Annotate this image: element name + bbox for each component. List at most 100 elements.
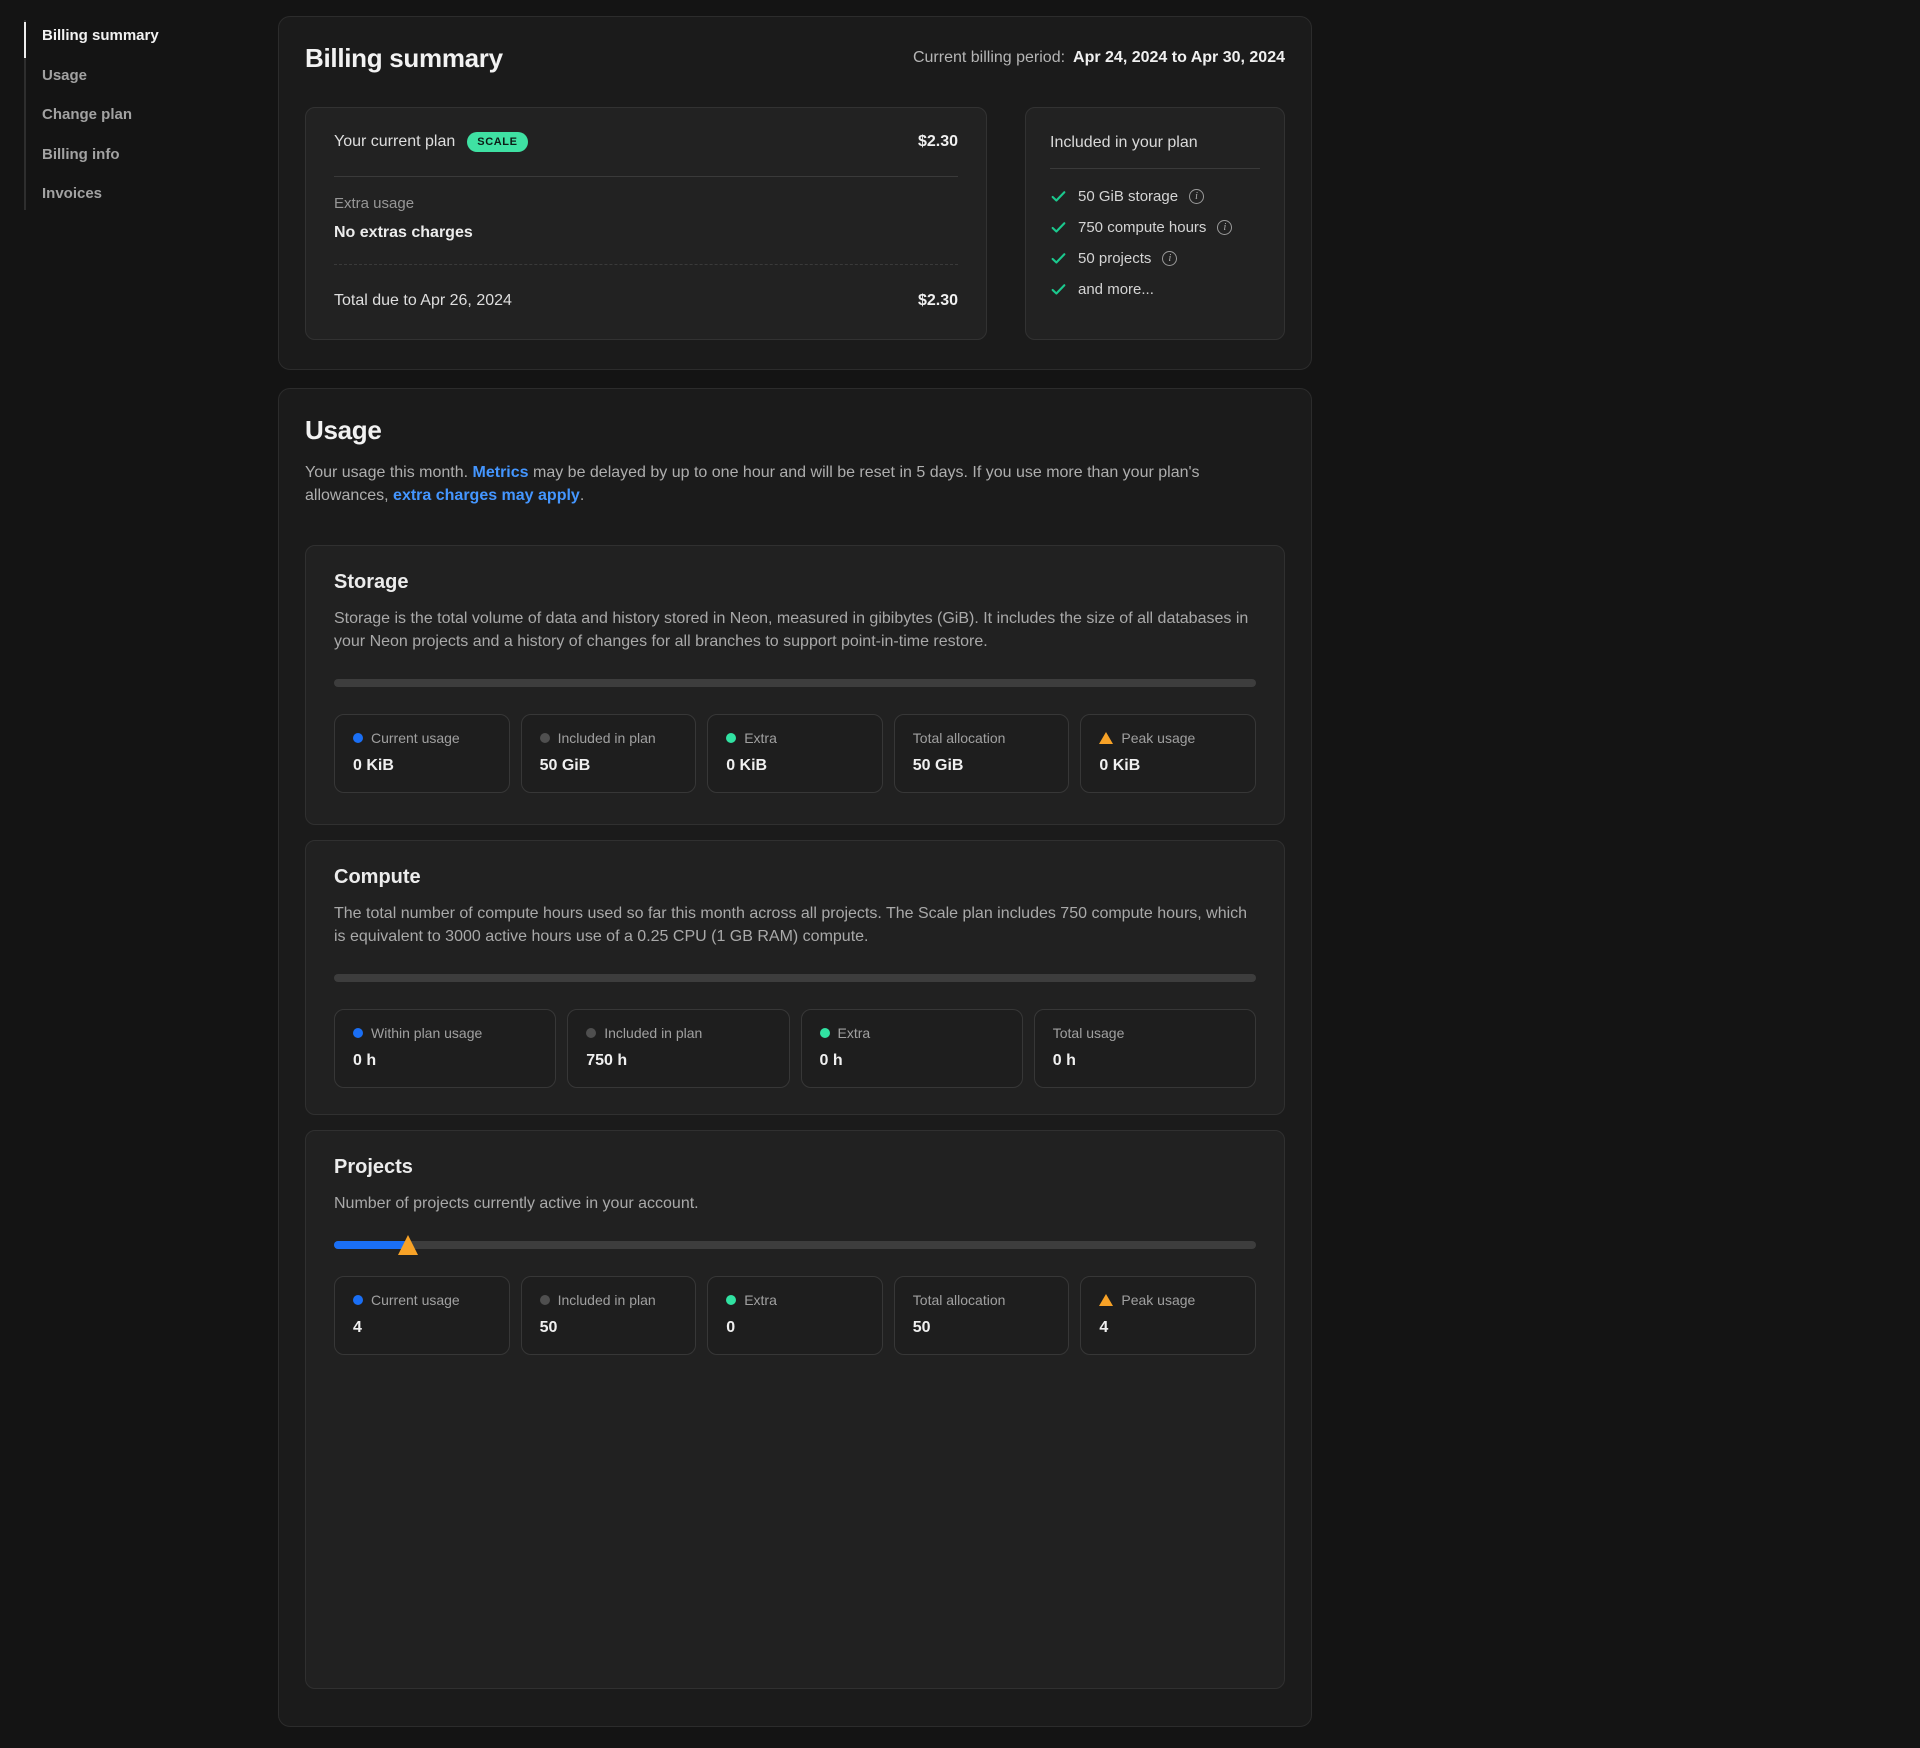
storage-stat-included-in-plan: Included in plan 50 GiB — [521, 714, 697, 793]
stat-value: 4 — [353, 1319, 491, 1337]
stat-value: 0 h — [820, 1052, 1004, 1070]
included-item-label: and more... — [1078, 281, 1154, 298]
stats-row: Current usage 4 Included in plan 50 Extr… — [334, 1276, 1256, 1355]
usage-progress-bar — [334, 679, 1256, 687]
check-icon — [1050, 219, 1067, 236]
usage-sections: Storage Storage is the total volume of d… — [305, 545, 1285, 1689]
compute-stat-included-in-plan: Included in plan 750 h — [567, 1009, 789, 1088]
included-item-label: 50 projects — [1078, 250, 1151, 267]
gray-dot-icon — [540, 1295, 550, 1305]
extra-usage-value: No extras charges — [334, 224, 958, 242]
stat-label: Extra — [838, 1025, 871, 1041]
info-icon[interactable]: i — [1189, 189, 1204, 204]
blue-dot-icon — [353, 1028, 363, 1038]
storage-stat-extra: Extra 0 KiB — [707, 714, 883, 793]
included-item-label: 750 compute hours — [1078, 219, 1206, 236]
sidebar-item-billing-summary[interactable]: Billing summary — [42, 16, 262, 56]
total-due-label: Total due to Apr 26, 2024 — [334, 292, 512, 310]
usage-progress-bar — [334, 1241, 1256, 1249]
green-dot-icon — [820, 1028, 830, 1038]
stat-value: 0 KiB — [353, 757, 491, 775]
peak-triangle-icon — [1099, 732, 1113, 744]
projects-section-description: Number of projects currently active in y… — [334, 1192, 1256, 1215]
peak-triangle-icon — [1099, 1294, 1113, 1306]
storage-stat-total-allocation: Total allocation 50 GiB — [894, 714, 1070, 793]
info-icon[interactable]: i — [1217, 220, 1232, 235]
included-item-and-more: and more... — [1050, 274, 1260, 305]
current-plan-label: Your current plan — [334, 133, 455, 151]
stat-label: Current usage — [371, 1292, 460, 1308]
stat-value: 50 — [540, 1319, 678, 1337]
billing-period-value: Apr 24, 2024 to Apr 30, 2024 — [1073, 49, 1285, 66]
gray-dot-icon — [540, 733, 550, 743]
projects-stat-extra: Extra 0 — [707, 1276, 883, 1355]
stat-label: Included in plan — [604, 1025, 702, 1041]
stat-label: Total allocation — [913, 1292, 1006, 1308]
stat-value: 0 KiB — [1099, 757, 1237, 775]
usage-card: Usage Your usage this month. Metrics may… — [278, 388, 1312, 1727]
link-extra-charges-may-apply[interactable]: extra charges may apply — [393, 487, 580, 504]
stat-label: Extra — [744, 1292, 777, 1308]
projects-section-title: Projects — [334, 1155, 1256, 1179]
gray-dot-icon — [586, 1028, 596, 1038]
billing-summary-title: Billing summary — [305, 43, 503, 73]
stat-value: 4 — [1099, 1319, 1237, 1337]
link-metrics[interactable]: Metrics — [473, 464, 529, 481]
compute-section-title: Compute — [334, 865, 1256, 889]
sidebar-item-change-plan[interactable]: Change plan — [42, 95, 262, 135]
storage-section-card: Storage Storage is the total volume of d… — [305, 545, 1285, 825]
blue-dot-icon — [353, 733, 363, 743]
storage-section-title: Storage — [334, 570, 1256, 594]
included-item-50-gib-storage: 50 GiB storage i — [1050, 181, 1260, 212]
stats-row: Current usage 0 KiB Included in plan 50 … — [334, 714, 1256, 793]
stats-row: Within plan usage 0 h Included in plan 7… — [334, 1009, 1256, 1088]
usage-title: Usage — [305, 415, 1285, 445]
billing-page: { "colors": { "accent_blue": "#1a6ff5", … — [0, 0, 1920, 1748]
stat-value: 0 KiB — [726, 757, 864, 775]
stat-label: Total usage — [1053, 1025, 1125, 1041]
sidebar-item-invoices[interactable]: Invoices — [42, 174, 262, 214]
projects-stat-total-allocation: Total allocation 50 — [894, 1276, 1070, 1355]
included-item-750-compute-hours: 750 compute hours i — [1050, 212, 1260, 243]
billing-sidebar: Billing summaryUsageChange planBilling i… — [42, 16, 262, 214]
peak-usage-marker-icon — [398, 1235, 418, 1255]
total-due-amount: $2.30 — [918, 292, 958, 310]
stat-value: 50 GiB — [540, 757, 678, 775]
check-icon — [1050, 250, 1067, 267]
stat-value: 0 — [726, 1319, 864, 1337]
projects-stat-current-usage: Current usage 4 — [334, 1276, 510, 1355]
stat-label: Within plan usage — [371, 1025, 482, 1041]
blue-dot-icon — [353, 1295, 363, 1305]
included-list: 50 GiB storagei750 compute hoursi50 proj… — [1050, 181, 1260, 305]
sidebar-item-usage[interactable]: Usage — [42, 56, 262, 96]
plan-summary-card: Your current plan SCALE $2.30 Extra usag… — [305, 107, 987, 340]
stat-label: Peak usage — [1121, 730, 1195, 746]
stat-label: Peak usage — [1121, 1292, 1195, 1308]
compute-stat-total-usage: Total usage 0 h — [1034, 1009, 1256, 1088]
included-item-label: 50 GiB storage — [1078, 188, 1178, 205]
sidebar-active-indicator — [24, 22, 26, 58]
stat-label: Total allocation — [913, 730, 1006, 746]
plan-amount: $2.30 — [918, 133, 958, 151]
storage-section-description: Storage is the total volume of data and … — [334, 607, 1256, 653]
included-in-plan-card: Included in your plan 50 GiB storagei750… — [1025, 107, 1285, 340]
compute-stat-extra: Extra 0 h — [801, 1009, 1023, 1088]
stat-value: 750 h — [586, 1052, 770, 1070]
billing-period: Current billing period: Apr 24, 2024 to A… — [913, 49, 1285, 67]
stat-label: Extra — [744, 730, 777, 746]
usage-description: Your usage this month. Metrics may be de… — [305, 461, 1285, 507]
billing-period-label: Current billing period: — [913, 49, 1065, 66]
info-icon[interactable]: i — [1162, 251, 1177, 266]
projects-stat-peak-usage: Peak usage 4 — [1080, 1276, 1256, 1355]
stat-value: 50 GiB — [913, 757, 1051, 775]
sidebar-item-billing-info[interactable]: Billing info — [42, 135, 262, 175]
stat-label: Current usage — [371, 730, 460, 746]
stat-value: 50 — [913, 1319, 1051, 1337]
projects-section-card: Projects Number of projects currently ac… — [305, 1130, 1285, 1689]
storage-stat-peak-usage: Peak usage 0 KiB — [1080, 714, 1256, 793]
included-item-50-projects: 50 projects i — [1050, 243, 1260, 274]
storage-stat-current-usage: Current usage 0 KiB — [334, 714, 510, 793]
extra-usage-label: Extra usage — [334, 195, 958, 212]
sidebar-rail — [24, 20, 26, 210]
projects-stat-included-in-plan: Included in plan 50 — [521, 1276, 697, 1355]
